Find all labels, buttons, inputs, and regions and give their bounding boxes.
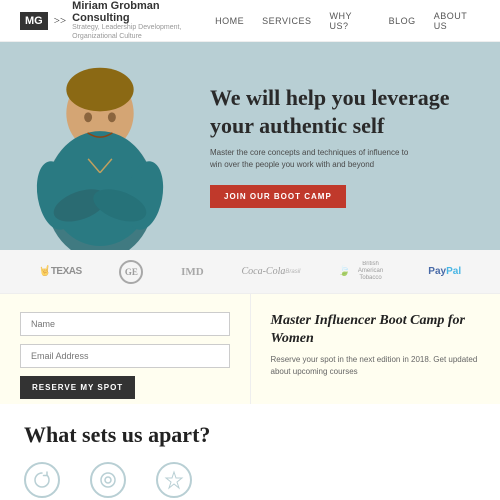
hero-title: We will help you leverage your authentic… — [210, 84, 476, 139]
coca-label: Coca-Cola — [241, 266, 285, 277]
logo-ge: GE — [119, 260, 143, 284]
logo-abbr: MG — [20, 12, 48, 30]
coca-sublabel: Brasil — [285, 269, 300, 275]
logo-text-block: Miriam Grobman Consulting Strategy, Lead… — [72, 0, 215, 41]
navigation: MG >> Miriam Grobman Consulting Strategy… — [0, 0, 500, 42]
nav-services[interactable]: SERVICES — [262, 16, 311, 26]
texas-label: TEXAS — [51, 266, 82, 277]
logo-paypal: PayPal — [428, 266, 461, 277]
nav-why[interactable]: WHY US? — [329, 11, 370, 31]
texas-icon: 🤘 — [39, 266, 51, 277]
hero-subtitle: Master the core concepts and techniques … — [210, 147, 410, 171]
nav-about[interactable]: ABOUT US — [434, 11, 480, 31]
paypal-label: PayPal — [428, 266, 461, 277]
refresh-icon — [32, 470, 52, 490]
target-icon — [98, 470, 118, 490]
ge-circle: GE — [119, 260, 143, 284]
bottom-section: What sets us apart? — [0, 404, 500, 500]
bat-icon: 🍃 — [338, 266, 350, 277]
hero-cta-button[interactable]: JOIN OUR BOOT CAMP — [210, 185, 346, 208]
icon-item-2 — [90, 462, 126, 498]
logo-subtitle: Strategy, Leadership Development, Organi… — [72, 24, 192, 41]
nav-blog[interactable]: BLOG — [389, 16, 416, 26]
bottom-icons — [24, 462, 476, 498]
feature-icon-1 — [24, 462, 60, 498]
bat-label: British American Tobacco — [351, 261, 391, 283]
middle-section: RESERVE MY SPOT Master Influencer Boot C… — [0, 294, 500, 404]
logo-arrow: >> — [54, 15, 66, 27]
nav-links: HOME SERVICES WHY US? BLOG ABOUT US — [215, 11, 480, 31]
logo: MG >> Miriam Grobman Consulting Strategy… — [20, 0, 215, 41]
logo-title: Miriam Grobman Consulting — [72, 0, 215, 24]
email-input[interactable] — [20, 344, 230, 368]
promo-panel: Master Influencer Boot Camp for Women Re… — [251, 294, 500, 404]
icon-item-1 — [24, 462, 60, 498]
nav-home[interactable]: HOME — [215, 16, 244, 26]
hero-image — [0, 42, 200, 250]
logo-imd: IMD — [181, 266, 204, 278]
imd-label: IMD — [181, 266, 204, 278]
reserve-spot-button[interactable]: RESERVE MY SPOT — [20, 376, 135, 399]
logo-texas: 🤘 TEXAS — [39, 266, 82, 277]
logo-bat: 🍃 British American Tobacco — [338, 261, 390, 283]
logo-coca-cola: Coca-Cola Brasil — [241, 266, 300, 277]
feature-icon-2 — [90, 462, 126, 498]
bottom-title: What sets us apart? — [24, 422, 476, 448]
name-input[interactable] — [20, 312, 230, 336]
hero-section: We will help you leverage your authentic… — [0, 42, 500, 250]
promo-text: Reserve your spot in the next edition in… — [271, 354, 481, 378]
feature-icon-3 — [156, 462, 192, 498]
form-panel: RESERVE MY SPOT — [0, 294, 251, 404]
star-icon — [164, 470, 184, 490]
logos-strip: 🤘 TEXAS GE IMD Coca-Cola Brasil 🍃 Britis… — [0, 250, 500, 294]
hero-content: We will help you leverage your authentic… — [200, 42, 500, 250]
icon-item-3 — [156, 462, 192, 498]
person-illustration — [0, 42, 200, 250]
promo-title: Master Influencer Boot Camp for Women — [271, 312, 481, 348]
